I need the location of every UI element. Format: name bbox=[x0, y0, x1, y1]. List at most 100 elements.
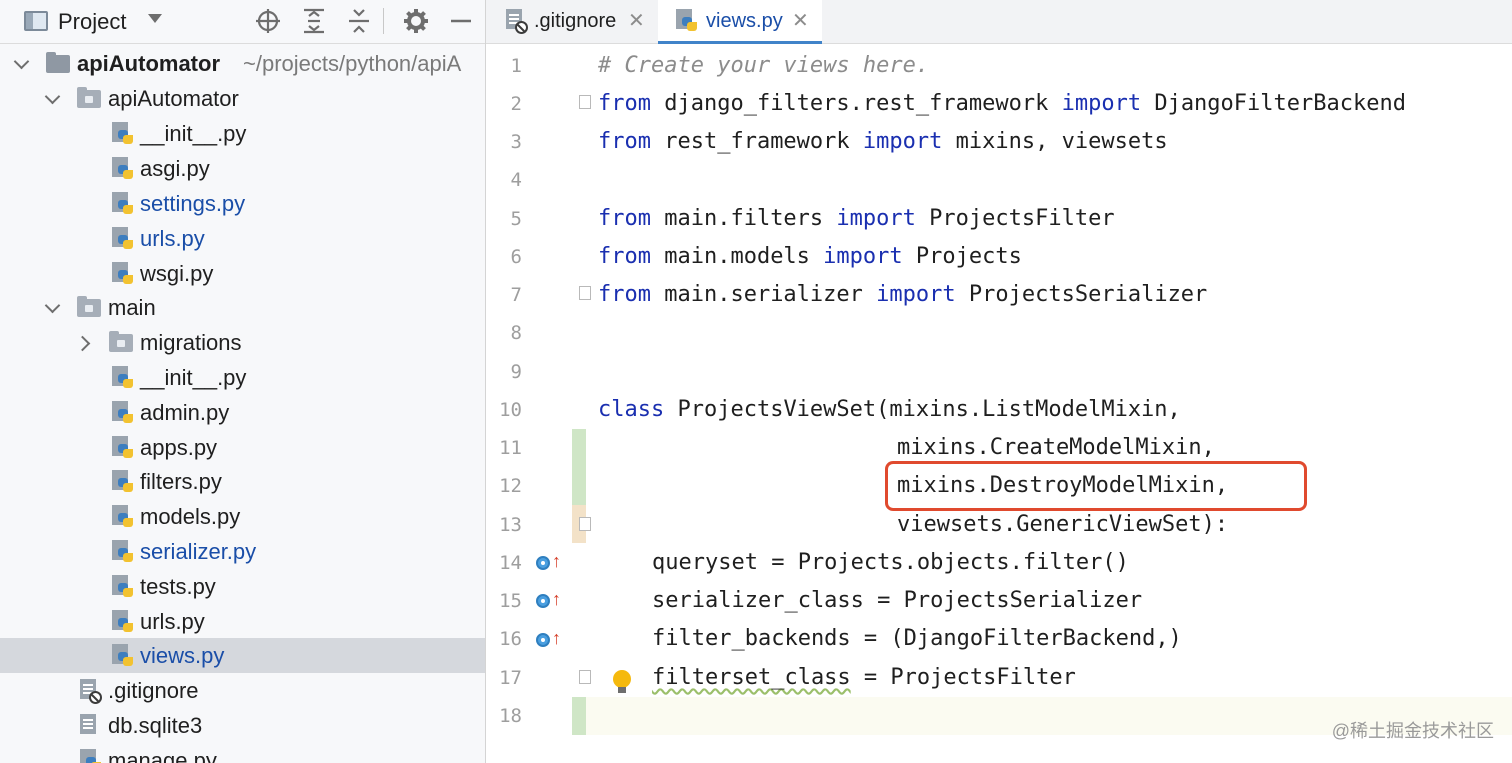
tree-item-file[interactable]: asgi.py bbox=[0, 151, 485, 186]
line-number: 6 bbox=[510, 246, 522, 268]
tree-item-file[interactable]: tests.py bbox=[0, 569, 485, 604]
python-file-icon bbox=[112, 262, 134, 286]
tree-item-label: models.py bbox=[140, 504, 241, 529]
line-number: 17 bbox=[499, 667, 522, 689]
tree-item-file[interactable]: serializer.py bbox=[0, 534, 485, 569]
tree-item-file[interactable]: models.py bbox=[0, 499, 485, 534]
tree-item-file[interactable]: .gitignore bbox=[0, 673, 485, 708]
close-icon[interactable]: ✕ bbox=[792, 0, 809, 42]
code-token: queryset = Projects.objects.filter() bbox=[652, 550, 1129, 575]
folder-icon bbox=[46, 52, 70, 73]
tree-item-label: db.sqlite3 bbox=[108, 713, 203, 738]
python-file-icon bbox=[112, 366, 134, 390]
line-number: 5 bbox=[510, 208, 522, 230]
line-number: 9 bbox=[510, 361, 522, 383]
tree-item-file[interactable]: urls.py bbox=[0, 604, 485, 639]
tree-item-file[interactable]: filters.py bbox=[0, 464, 485, 499]
keyword-token: from bbox=[598, 206, 651, 231]
chevron-down-icon[interactable] bbox=[43, 290, 63, 325]
chevron-right-icon[interactable] bbox=[75, 325, 95, 360]
chevron-down-icon[interactable] bbox=[148, 14, 162, 23]
tree-item-label: manage.py bbox=[108, 748, 217, 763]
tab-views-py[interactable]: views.py ✕ bbox=[658, 0, 822, 44]
code-token: = ProjectsFilter bbox=[850, 665, 1076, 690]
tree-item-folder[interactable]: apiAutomator bbox=[0, 81, 485, 116]
tree-item-label: asgi.py bbox=[140, 156, 210, 181]
line-number: 7 bbox=[510, 284, 522, 306]
vcs-added-marker[interactable] bbox=[572, 697, 586, 735]
tree-item-label: apiAutomator bbox=[77, 51, 220, 76]
annotation-highlight-box bbox=[885, 461, 1307, 511]
tree-item-file[interactable]: manage.py bbox=[0, 743, 485, 763]
python-file-icon bbox=[112, 505, 134, 529]
tree-item-file[interactable]: urls.py bbox=[0, 221, 485, 256]
tree-item-folder[interactable]: migrations bbox=[0, 325, 485, 360]
code-token: mixins.CreateModelMixin, bbox=[897, 435, 1215, 460]
tree-item-file[interactable]: __init__.py bbox=[0, 116, 485, 151]
close-icon[interactable]: ✕ bbox=[628, 0, 645, 42]
vcs-added-marker[interactable] bbox=[572, 429, 586, 505]
editor-tab-bar: .gitignore ✕ views.py ✕ bbox=[486, 0, 1512, 44]
minimize-icon[interactable] bbox=[447, 7, 475, 35]
tree-item-file-selected[interactable]: views.py bbox=[0, 638, 485, 673]
code-token: mixins, viewsets bbox=[942, 129, 1168, 154]
python-file-icon bbox=[676, 9, 698, 33]
tree-item-path: ~/projects/python/apiA bbox=[243, 51, 462, 76]
code-line-15: serializer_class = ProjectsSerializer bbox=[652, 582, 1142, 620]
tree-item-file[interactable]: admin.py bbox=[0, 395, 485, 430]
keyword-token: import bbox=[862, 129, 943, 154]
code-area[interactable]: # Create your views here. from django_fi… bbox=[586, 45, 1512, 763]
expand-all-icon[interactable] bbox=[300, 7, 328, 35]
tree-item-label: migrations bbox=[140, 330, 242, 355]
code-line-6: from main.models import Projects bbox=[598, 238, 1022, 276]
line-number: 2 bbox=[510, 93, 522, 115]
code-token: DjangoFilterBackend bbox=[1141, 91, 1406, 116]
line-number: 12 bbox=[499, 475, 522, 497]
tree-item-file[interactable]: wsgi.py bbox=[0, 256, 485, 291]
text-file-icon bbox=[80, 714, 102, 738]
override-icon[interactable]: ↑ bbox=[536, 551, 562, 577]
code-token: django_filters.rest_framework bbox=[650, 91, 1062, 116]
code-token: main.models bbox=[650, 244, 824, 269]
tree-item-label: wsgi.py bbox=[140, 261, 214, 286]
python-file-icon bbox=[112, 401, 134, 425]
code-line-10: class ProjectsViewSet(mixins.ListModelMi… bbox=[598, 391, 1181, 429]
locate-icon[interactable] bbox=[254, 7, 282, 35]
line-number: 1 bbox=[510, 55, 522, 77]
code-line-17: filterset_class = ProjectsFilter bbox=[652, 659, 1076, 697]
tree-item-file[interactable]: db.sqlite3 bbox=[0, 708, 485, 743]
chevron-down-icon[interactable] bbox=[43, 81, 63, 116]
python-file-icon bbox=[112, 610, 134, 634]
code-line-14: queryset = Projects.objects.filter() bbox=[652, 544, 1129, 582]
header-divider bbox=[383, 8, 384, 34]
tree-item-label: main bbox=[108, 295, 156, 320]
python-file-icon bbox=[112, 575, 134, 599]
tree-item-label: apiAutomator bbox=[108, 86, 239, 111]
tree-item-label: serializer.py bbox=[140, 539, 257, 564]
tree-item-file[interactable]: apps.py bbox=[0, 430, 485, 465]
line-number: 10 bbox=[499, 399, 522, 421]
project-view-selector[interactable]: Project bbox=[58, 9, 126, 35]
tree-item-folder[interactable]: main bbox=[0, 290, 485, 325]
folder-icon bbox=[77, 296, 101, 317]
tree-item-file[interactable]: __init__.py bbox=[0, 360, 485, 395]
watermark: @稀土掘金技术社区 bbox=[1331, 721, 1494, 741]
code-token: filter_backends = (DjangoFilterBackend,) bbox=[652, 626, 1182, 651]
line-number: 15 bbox=[499, 590, 522, 612]
keyword-token: import bbox=[836, 206, 916, 231]
tab-gitignore[interactable]: .gitignore ✕ bbox=[486, 0, 656, 44]
override-icon[interactable]: ↑ bbox=[536, 589, 562, 615]
python-file-icon bbox=[112, 436, 134, 460]
keyword-token: from bbox=[598, 91, 651, 116]
keyword-token: import bbox=[876, 282, 956, 307]
override-icon[interactable]: ↑ bbox=[536, 628, 562, 654]
ignored-file-icon bbox=[506, 9, 528, 34]
collapse-all-icon[interactable] bbox=[345, 7, 373, 35]
code-line-7: from main.serializer import ProjectsSeri… bbox=[598, 276, 1207, 314]
tree-item-root[interactable]: apiAutomator ~/projects/python/apiA bbox=[0, 46, 485, 81]
gear-icon[interactable] bbox=[402, 7, 430, 35]
python-file-icon bbox=[112, 227, 134, 251]
tree-item-file[interactable]: settings.py bbox=[0, 186, 485, 221]
code-line-3: from rest_framework import mixins, views… bbox=[598, 123, 1168, 161]
chevron-down-icon[interactable] bbox=[12, 46, 32, 81]
